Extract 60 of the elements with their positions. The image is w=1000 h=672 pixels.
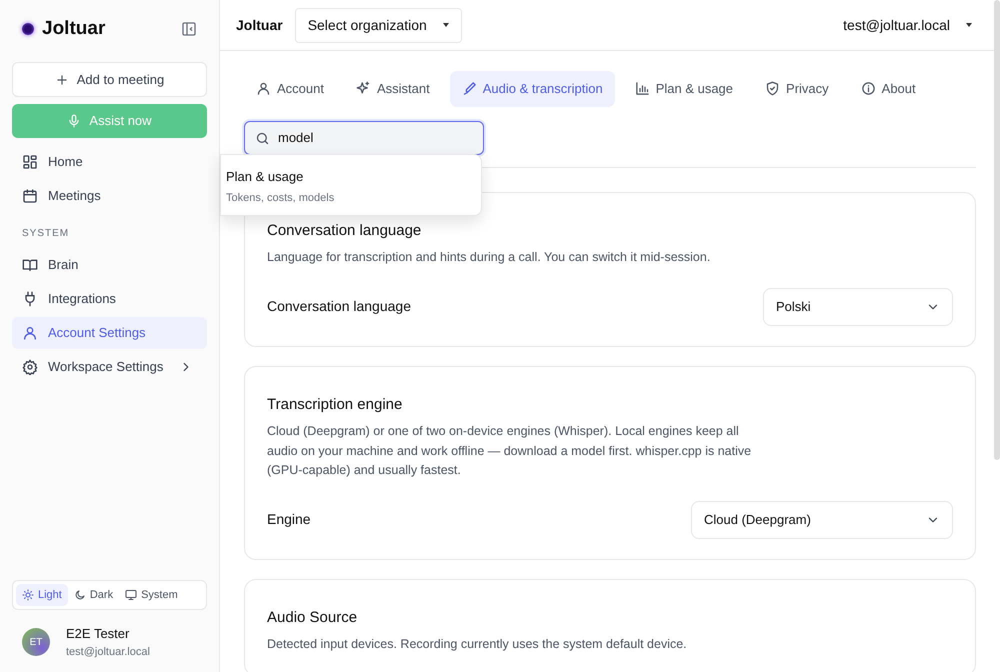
- workspace-name: Joltuar: [236, 16, 283, 34]
- grid-icon: [22, 154, 38, 170]
- result-title: Plan & usage: [226, 168, 304, 186]
- sidebar-item[interactable]: Brain: [12, 249, 207, 281]
- moon-icon: [74, 588, 86, 601]
- settings-tab[interactable]: Account: [244, 71, 336, 106]
- book-icon: [22, 257, 38, 273]
- brand-name: Joltuar: [42, 16, 106, 41]
- section-heading: SYSTEM: [21, 227, 70, 241]
- settings-tab[interactable]: Assistant: [344, 71, 442, 106]
- microphone-icon: [67, 114, 82, 128]
- settings-tab[interactable]: Audio & transcription: [450, 71, 615, 106]
- settings-tab[interactable]: Plan & usage: [622, 71, 746, 106]
- account-menu[interactable]: test@joltuar.local: [843, 14, 972, 36]
- sidebar-item[interactable]: Meetings: [12, 180, 207, 212]
- theme-option[interactable]: Light: [16, 584, 68, 606]
- user-icon: [256, 81, 271, 96]
- bar-chart-icon: [634, 81, 650, 96]
- user-icon: [22, 325, 38, 341]
- user-name: E2E Tester: [66, 625, 130, 643]
- theme-option[interactable]: Dark: [68, 584, 120, 606]
- settings-tab[interactable]: About: [848, 71, 928, 106]
- user-email: test@joltuar.local: [66, 644, 150, 660]
- sidebar-item[interactable]: Account Settings: [12, 317, 207, 349]
- sidebar-toggle-icon[interactable]: [181, 21, 197, 37]
- section-description: Language for transcription and hints during a call. You can switch it mid-session.: [267, 249, 712, 266]
- logo-icon: [22, 23, 34, 35]
- field-label: Conversation language: [267, 297, 411, 316]
- search-icon: [255, 130, 270, 146]
- section-description: Detected input devices. Recording currently uses the system default device.: [267, 636, 688, 653]
- sidebar-item[interactable]: Home: [12, 146, 207, 178]
- section-description: Cloud (Deepgram) or one of two on-device engines (Whisper). Local engines keep all audio on your machine and work offline — download a model first. whisper.cpp is native (GPU-capable) and usually fastest.: [267, 423, 752, 479]
- theme-option[interactable]: System: [119, 584, 184, 606]
- sparkle-icon: [356, 81, 371, 96]
- user-avatar: ET: [22, 628, 50, 656]
- scrollbar[interactable]: [994, 0, 1000, 460]
- add-to-meeting-button[interactable]: Add to meeting: [12, 62, 207, 97]
- section-title: Audio Source: [267, 608, 358, 628]
- select-field[interactable]: Cloud (Deepgram): [691, 500, 953, 538]
- shield-icon: [765, 81, 780, 96]
- search-field[interactable]: model: [244, 120, 484, 154]
- select-field[interactable]: Polski: [763, 288, 953, 326]
- section-title: Transcription engine: [267, 394, 404, 414]
- settings-tab[interactable]: Privacy: [753, 71, 841, 106]
- organization-select[interactable]: Select organization: [294, 8, 462, 42]
- search-result[interactable]: Plan & usage Tokens, costs, models: [226, 167, 475, 206]
- plus-icon: [54, 72, 69, 86]
- section-title: Conversation language: [267, 220, 422, 240]
- sidebar-item[interactable]: Workspace Settings: [12, 351, 207, 383]
- caret-icon: [442, 23, 449, 27]
- monitor-icon: [125, 588, 138, 601]
- caret-icon: [966, 23, 972, 27]
- info-icon: [860, 81, 876, 96]
- settings-icon: [22, 359, 38, 375]
- sun-icon: [22, 588, 34, 601]
- sidebar-item[interactable]: Integrations: [12, 283, 207, 315]
- pen-icon: [462, 81, 477, 96]
- field-label: Engine: [267, 510, 311, 529]
- result-subtitle: Tokens, costs, models: [226, 190, 336, 206]
- calendar-icon: [22, 188, 38, 204]
